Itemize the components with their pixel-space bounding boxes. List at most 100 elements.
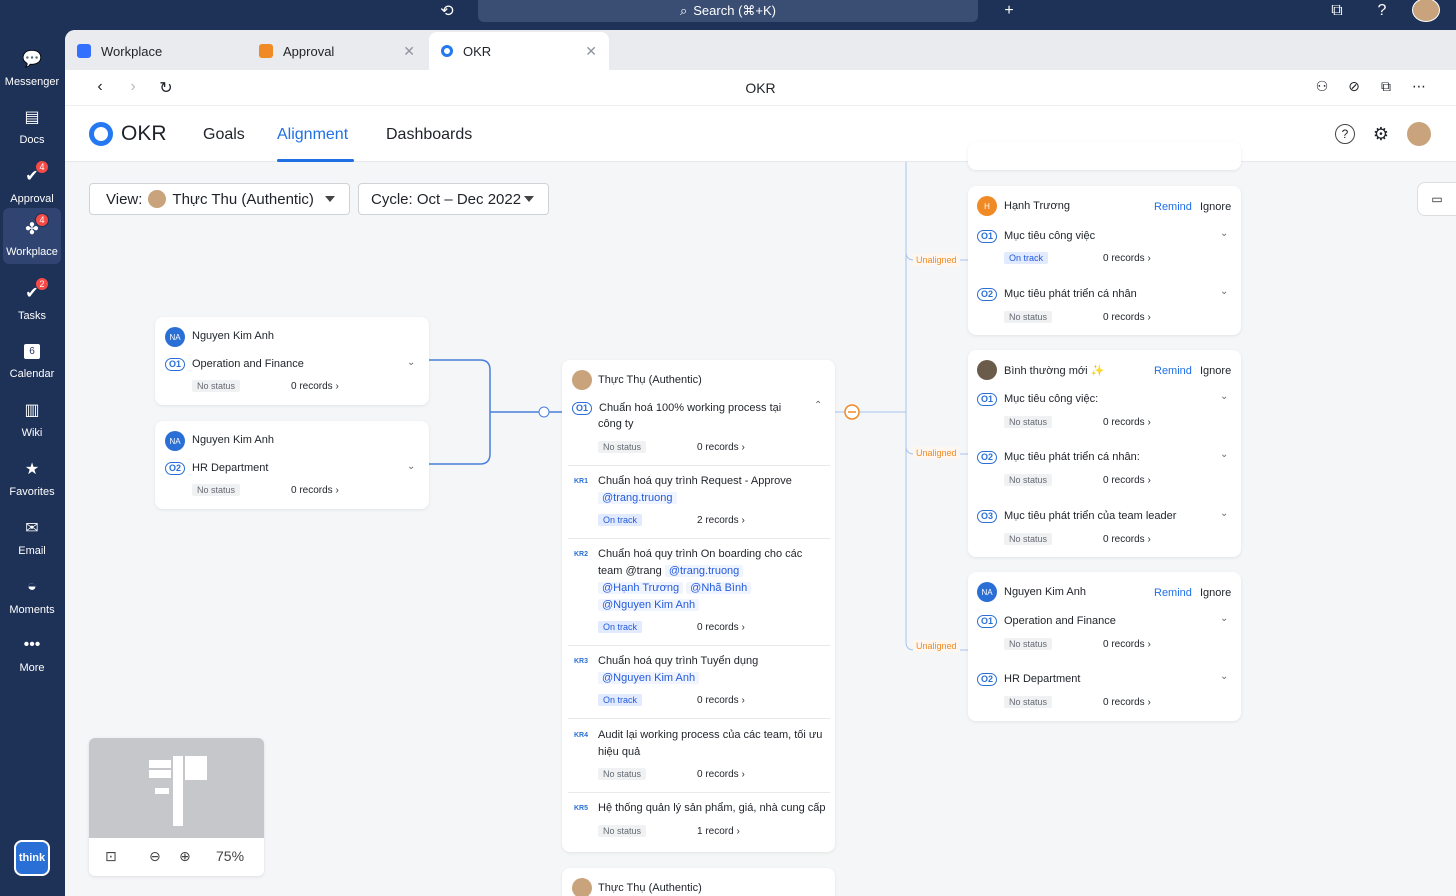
sidebar-item-calendar[interactable]: 6 Calendar [3,330,61,386]
help-icon[interactable]: ? [1335,124,1355,144]
sidebar-item-email[interactable]: ✉ Email [3,507,61,563]
chevron-down-icon[interactable]: ⌄ [1220,286,1228,297]
sidebar-item-messenger[interactable]: 💬 Messenger [3,38,61,94]
kr-text[interactable]: Audit lại working process của các team, … [598,727,822,743]
chevron-down-icon[interactable]: ⌄ [1220,391,1228,402]
records-link[interactable]: 0 records › [1103,475,1151,486]
records-link[interactable]: 0 records › [1103,534,1151,545]
history-icon[interactable]: ⟲ [436,2,458,20]
sidebar-item-tasks[interactable]: ✔ 2 Tasks [3,272,61,328]
kr-text[interactable]: Chuẩn hoá quy trình On boarding cho các [598,546,802,562]
nav-tab-goals[interactable]: Goals [203,126,245,144]
remind-button[interactable]: Remind [1154,365,1192,377]
sidebar-item-docs[interactable]: ▤ Docs [3,96,61,152]
ignore-button[interactable]: Ignore [1200,587,1231,599]
nav-tab-dashboards[interactable]: Dashboards [386,126,472,144]
objective-title[interactable]: O1 Operation and Finance [165,356,304,372]
tab-workplace[interactable]: Workplace [65,32,245,70]
records-link[interactable]: 1 record › [697,826,740,837]
okr-card[interactable]: NA Nguyen Kim Anh O1 Operation and Financ… [155,317,429,405]
mention-tag[interactable]: @Nhã Bình [686,582,752,594]
okr-card[interactable]: H Hạnh Trương Remind Ignore O1 Mục tiêu c… [968,186,1241,335]
mention-tag[interactable]: @Nguyen Kim Anh [598,599,700,611]
close-icon[interactable]: ✕ [585,43,597,60]
records-link[interactable]: 0 records › [697,622,745,633]
records-link[interactable]: 0 records › [697,695,745,706]
global-search[interactable]: ⌕ Search (⌘+K) [478,0,978,22]
records-link[interactable]: 0 records › [1103,417,1151,428]
objective-title[interactable]: O2 HR Department [977,671,1080,687]
zoom-out-icon[interactable]: ⊖ [149,848,161,865]
settings-gear-icon[interactable]: ⚙ [1371,124,1391,144]
cycle-selector[interactable]: Cycle: Oct – Dec 2022 [358,183,549,215]
fit-screen-icon[interactable]: ⊡ [105,848,117,865]
add-icon[interactable]: + [998,2,1020,20]
bot-icon[interactable]: ⚇ [1312,78,1332,95]
records-link[interactable]: 0 records › [697,442,745,453]
okr-card-center[interactable]: Thực Thụ (Authentic) O1 Chuẩn hoá 100% wo… [562,360,835,852]
mention-tag[interactable]: @trang.truong [598,492,677,504]
objective-title[interactable]: O1 Chuẩn hoá 100% working process tại [572,400,812,416]
objective-title[interactable]: O3 Mục tiêu phát triển của team leader [977,508,1176,524]
records-link[interactable]: 0 records › [1103,312,1151,323]
ignore-button[interactable]: Ignore [1200,201,1231,213]
alignment-canvas[interactable]: View: Thực Thu (Authentic) Cycle: Oct – … [65,142,1456,896]
zoom-in-icon[interactable]: ⊕ [179,848,191,865]
tab-okr[interactable]: OKR ✕ [429,32,609,70]
sidebar-item-workplace[interactable]: ✤ 4 Workplace [3,208,61,264]
kr-text[interactable]: Chuẩn hoá quy trình Request - Approve [598,473,792,489]
records-link[interactable]: 0 records › [1103,639,1151,650]
okr-card-partial[interactable]: Thực Thụ (Authentic) [562,868,835,896]
objective-title[interactable]: O2 HR Department [165,460,268,476]
think-app-logo[interactable]: think [14,840,50,876]
sidebar-item-moments[interactable]: ◒ Moments [3,566,61,622]
screen-cast-icon[interactable]: ⧉ [1326,2,1348,20]
okr-card[interactable]: Bình thường mới ✨ Remind Ignore O1 Mục ti… [968,350,1241,557]
minimap-viewport[interactable] [89,738,264,838]
remind-button[interactable]: Remind [1154,587,1192,599]
okr-card[interactable]: NA Nguyen Kim Anh Remind Ignore O1 Operat… [968,572,1241,721]
user-avatar[interactable] [1407,122,1431,146]
more-options-icon[interactable]: ⋯ [1409,78,1429,95]
user-avatar[interactable] [1412,0,1440,22]
chevron-down-icon[interactable]: ⌄ [1220,613,1228,624]
objective-title[interactable]: O2 Mục tiêu phát triển cá nhân [977,286,1137,302]
remind-button[interactable]: Remind [1154,201,1192,213]
chevron-down-icon[interactable]: ⌄ [1220,228,1228,239]
records-link[interactable]: 0 records › [1103,697,1151,708]
records-link[interactable]: 0 records › [1103,253,1151,264]
okr-card[interactable]: NA Nguyen Kim Anh O2 HR Department ⌄ No s… [155,421,429,509]
kr-text[interactable]: Chuẩn hoá quy trình Tuyển dụng [598,653,758,669]
chevron-down-icon[interactable]: ⌄ [1220,449,1228,460]
objective-title[interactable]: O1 Operation and Finance [977,613,1116,629]
chevron-up-icon[interactable]: ⌃ [814,400,822,411]
objective-title[interactable]: O2 Mục tiêu phát triển cá nhân: [977,449,1140,465]
records-link[interactable]: 2 records › [697,515,745,526]
compass-icon[interactable]: ⊘ [1344,78,1364,95]
kr-text[interactable]: Hệ thống quản lý sản phẩm, giá, nhà cung… [598,800,826,816]
objective-title[interactable]: O1 Mục tiêu công việc [977,228,1095,244]
mention-tag[interactable]: @Hạnh Trương [598,582,684,594]
ignore-button[interactable]: Ignore [1200,365,1231,377]
chevron-down-icon[interactable]: ⌄ [407,461,415,472]
sidebar-item-favorites[interactable]: ★ Favorites [3,448,61,504]
records-link[interactable]: 0 records › [291,485,339,496]
mention-tag[interactable]: @Nguyen Kim Anh [598,672,700,684]
sidebar-item-wiki[interactable]: ▥ Wiki [3,389,61,445]
view-selector[interactable]: View: Thực Thu (Authentic) [89,183,350,215]
sidebar-item-approval[interactable]: ✔ 4 Approval [3,155,61,211]
close-icon[interactable]: ✕ [403,43,415,60]
objective-title[interactable]: O1 Mục tiêu công việc: [977,391,1098,407]
records-link[interactable]: 0 records › [697,769,745,780]
chevron-down-icon[interactable]: ⌄ [1220,671,1228,682]
help-icon[interactable]: ? [1371,2,1393,20]
minimap[interactable]: ⊡ ⊖ ⊕ 75% [89,738,264,876]
split-view-icon[interactable]: ⧉ [1376,78,1396,95]
records-link[interactable]: 0 records › [291,381,339,392]
chevron-down-icon[interactable]: ⌄ [407,357,415,368]
comment-icon[interactable]: ▭ [1417,182,1456,216]
chevron-down-icon[interactable]: ⌄ [1220,508,1228,519]
nav-tab-alignment[interactable]: Alignment [277,126,348,144]
mention-tag[interactable]: @trang.truong [664,565,744,577]
tab-approval[interactable]: Approval ✕ [247,32,427,70]
